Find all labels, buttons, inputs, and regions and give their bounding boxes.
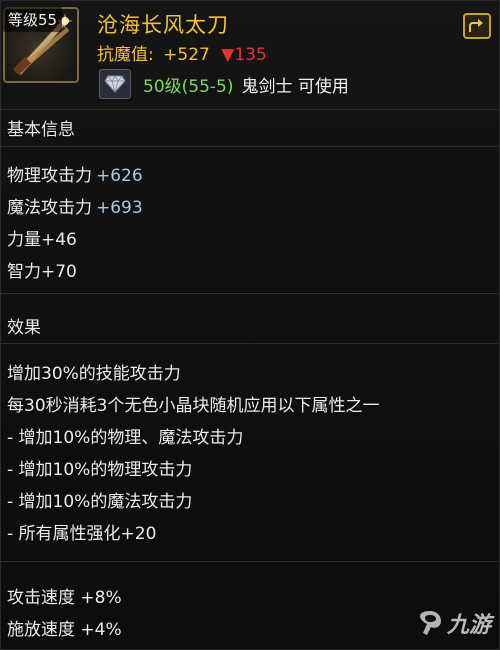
effect-line: - 增加10%的魔法攻击力 [7,492,193,512]
watermark-text: 九游 [446,613,491,638]
diamond-icon [99,69,131,99]
stat-value: +626 [96,166,143,186]
item-header: 等级55 沧海长风太刀 抗魔值: +527 ▼135 50级(55-5) 鬼剑士… [1,1,499,110]
speed-line: 施放速度 +4% [7,620,122,640]
share-icon [469,19,483,32]
stat-label: 力量 [7,230,41,250]
stat-value: +46 [41,230,77,250]
stat-line: 智力+70 [7,257,77,282]
basic-info-title: 基本信息 [7,120,75,140]
section-divider [1,343,499,344]
stat-label: 物理攻击力 [7,166,92,186]
speed-line: 攻击速度 +8% [7,588,122,608]
stat-line: 物理攻击力 +626 [7,161,143,186]
effect-line: - 增加10%的物理攻击力 [7,460,193,480]
stat-line: 力量+46 [7,225,77,250]
resist-row: 抗魔值: +527 ▼135 [97,40,267,65]
required-level: 50级(55-5) [143,76,234,97]
item-tooltip: 等级55 沧海长风太刀 抗魔值: +527 ▼135 50级(55-5) 鬼剑士… [0,0,500,650]
effect-line: - 所有属性强化+20 [7,524,157,544]
item-name: 沧海长风太刀 [97,13,229,37]
stat-label: 魔法攻击力 [7,198,92,218]
resist-diff: ▼135 [221,45,267,65]
section-divider [1,146,499,147]
item-level-badge: 等级55 [3,7,63,32]
resist-value: +527 [163,45,210,65]
effect-line: 增加30%的技能攻击力 [7,364,181,384]
watermark: 九游 [417,607,491,639]
resist-label: 抗魔值: [97,45,154,65]
stat-label: 智力 [7,262,41,282]
requirement-row: 50级(55-5) 鬼剑士 可使用 [99,69,349,99]
effects-title: 效果 [7,318,41,338]
jiuyou-logo-icon [419,611,441,635]
share-button[interactable] [463,13,491,39]
stat-value: +70 [41,262,77,282]
section-divider [1,293,499,294]
section-divider [1,561,499,562]
stat-line: 魔法攻击力 +693 [7,193,143,218]
stat-value: +693 [96,198,143,218]
effect-line: - 增加10%的物理、魔法攻击力 [7,428,244,448]
required-class: 鬼剑士 可使用 [241,76,349,97]
effect-line: 每30秒消耗3个无色小晶块随机应用以下属性之一 [7,396,380,416]
